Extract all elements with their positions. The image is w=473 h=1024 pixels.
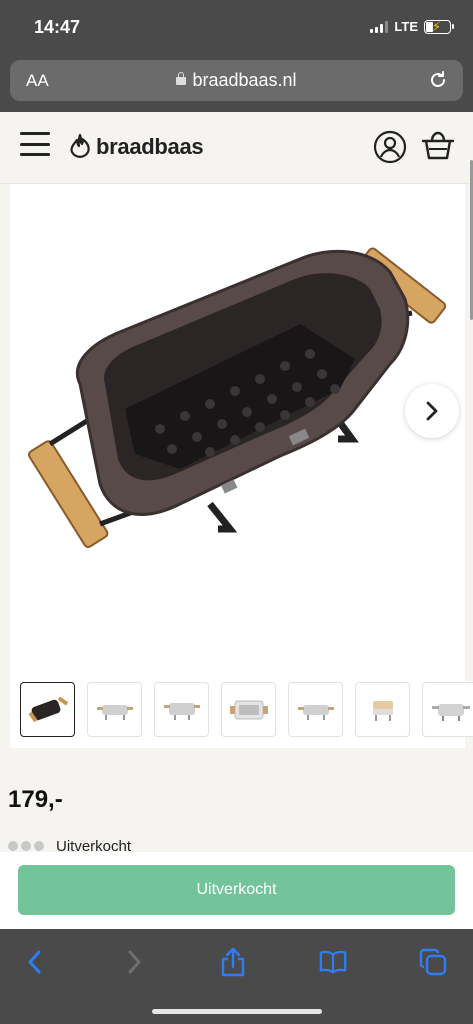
- sticky-buy-bar: Uitverkocht: [0, 852, 473, 929]
- hamburger-menu-icon[interactable]: [20, 132, 50, 156]
- back-arrow-icon[interactable]: [19, 947, 49, 977]
- user-account-icon[interactable]: [373, 130, 407, 169]
- thumbnail-2[interactable]: [87, 682, 142, 737]
- thumbnail-4[interactable]: [221, 682, 276, 737]
- status-time: 14:47: [34, 17, 81, 37]
- flame-logo-icon: [70, 133, 90, 158]
- address-bar[interactable]: AA braadbaas.nl: [10, 60, 463, 101]
- network-label: LTE: [394, 19, 418, 34]
- reload-icon[interactable]: [427, 69, 449, 96]
- signal-icon: [370, 20, 389, 33]
- thumbnail-7[interactable]: [422, 682, 473, 737]
- chevron-right-icon: [426, 401, 438, 421]
- site-logo[interactable]: braadbaas: [68, 133, 204, 161]
- url-text: braadbaas.nl: [192, 70, 297, 90]
- lock-icon: [176, 72, 187, 85]
- book-icon[interactable]: [318, 947, 348, 977]
- thumbnail-strip: [20, 682, 473, 737]
- logo-text: braadbaas: [96, 134, 204, 159]
- home-indicator[interactable]: [152, 1009, 322, 1014]
- shopping-basket-icon[interactable]: [420, 130, 456, 167]
- product-main-image[interactable]: [10, 184, 465, 674]
- safari-toolbar: [0, 929, 473, 1024]
- product-price: 179,-: [8, 786, 63, 813]
- status-indicators: LTE ⚡: [370, 19, 454, 34]
- site-header: braadbaas: [0, 112, 473, 184]
- thumbnail-5[interactable]: [288, 682, 343, 737]
- next-image-button[interactable]: [405, 384, 459, 438]
- stock-indicator-dots: [8, 841, 44, 851]
- forward-arrow-icon[interactable]: [120, 947, 150, 977]
- url-field[interactable]: braadbaas.nl: [10, 70, 463, 91]
- thumbnail-6[interactable]: [355, 682, 410, 737]
- ios-top-chrome: 14:47 LTE ⚡ AA braadbaas.nl: [0, 0, 473, 112]
- battery-icon: ⚡: [424, 19, 454, 34]
- product-gallery: [10, 184, 473, 748]
- share-icon[interactable]: [218, 947, 248, 977]
- thumbnail-1[interactable]: [20, 682, 75, 737]
- sold-out-button[interactable]: Uitverkocht: [18, 865, 455, 915]
- tabs-icon[interactable]: [418, 947, 448, 977]
- thumbnail-3[interactable]: [154, 682, 209, 737]
